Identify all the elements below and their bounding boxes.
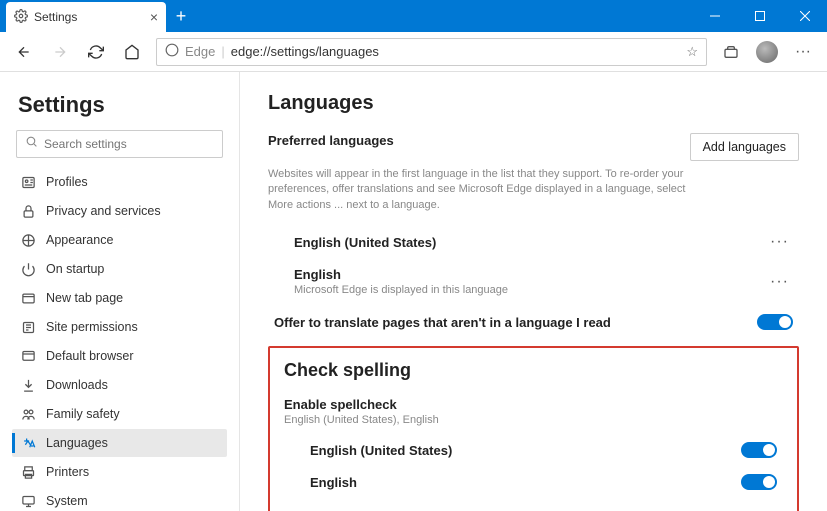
tab-settings[interactable]: Settings × [6, 2, 166, 32]
address-separator: | [221, 44, 224, 59]
new-tab-button[interactable]: + [166, 0, 196, 32]
sidebar-item-appearance[interactable]: Appearance [12, 226, 227, 254]
home-button[interactable] [116, 36, 148, 68]
profile-button[interactable] [751, 36, 783, 68]
sidebar-item-label: New tab page [46, 291, 123, 305]
title-bar: Settings × + [0, 0, 827, 32]
sidebar-item-default[interactable]: Default browser [12, 342, 227, 370]
language-row-en-us: English (United States) ··· [268, 225, 799, 259]
language-row-en: English Microsoft Edge is displayed in t… [268, 259, 799, 304]
refresh-button[interactable] [80, 36, 112, 68]
settings-nav: Profiles Privacy and services Appearance… [12, 168, 227, 511]
enable-spellcheck-label: Enable spellcheck [284, 397, 783, 412]
newtab-icon [20, 290, 36, 306]
language-name: English [294, 267, 508, 282]
sidebar-item-printers[interactable]: Printers [12, 458, 227, 486]
sidebar-item-label: Printers [46, 465, 89, 479]
add-delete-words-row[interactable]: Add or delete words › [284, 498, 783, 511]
extensions-button[interactable] [715, 36, 747, 68]
add-languages-button[interactable]: Add languages [690, 133, 799, 161]
spellcheck-row-en-us: English (United States) [284, 434, 783, 466]
gear-icon [14, 9, 28, 26]
back-button[interactable] [8, 36, 40, 68]
spellcheck-toggle-en-us[interactable] [741, 442, 777, 458]
printer-icon [20, 464, 36, 480]
tab-title: Settings [34, 10, 77, 24]
sidebar-item-label: Profiles [46, 175, 88, 189]
sidebar-item-newtab[interactable]: New tab page [12, 284, 227, 312]
sidebar-item-languages[interactable]: Languages [12, 429, 227, 457]
search-settings-box[interactable] [16, 130, 223, 158]
translate-toggle[interactable] [757, 314, 793, 330]
page-heading: Languages [268, 92, 799, 115]
enable-spellcheck-sub: English (United States), English [284, 414, 783, 426]
close-window-button[interactable] [782, 0, 827, 32]
sidebar-item-startup[interactable]: On startup [12, 255, 227, 283]
maximize-button[interactable] [737, 0, 782, 32]
sidebar-item-permissions[interactable]: Site permissions [12, 313, 227, 341]
spellcheck-lang: English (United States) [310, 443, 452, 458]
download-icon [20, 377, 36, 393]
sidebar-item-label: Privacy and services [46, 204, 161, 218]
sidebar-item-label: Appearance [46, 233, 113, 247]
languages-icon [20, 435, 36, 451]
favorite-icon[interactable]: ☆ [686, 44, 698, 60]
sidebar-item-label: Family safety [46, 407, 120, 421]
window-controls [692, 0, 827, 32]
spellcheck-lang: English [310, 475, 357, 490]
spellcheck-row-en: English [284, 466, 783, 498]
language-name: English (United States) [294, 235, 436, 250]
close-tab-icon[interactable]: × [150, 9, 158, 25]
lock-icon [20, 203, 36, 219]
permissions-icon [20, 319, 36, 335]
preferred-title: Preferred languages [268, 133, 394, 148]
sidebar-item-system[interactable]: System [12, 487, 227, 511]
sidebar-item-label: Languages [46, 436, 108, 450]
preferred-languages-header: Preferred languages Add languages [268, 133, 799, 161]
browser-icon [20, 348, 36, 364]
more-actions-button[interactable]: ··· [766, 273, 793, 291]
content-area: Settings Profiles Privacy and services A… [0, 72, 827, 511]
power-icon [20, 261, 36, 277]
language-subtext: Microsoft Edge is displayed in this lang… [294, 284, 508, 296]
sidebar-item-label: On startup [46, 262, 104, 276]
sidebar-item-label: Default browser [46, 349, 134, 363]
spellcheck-toggle-en[interactable] [741, 474, 777, 490]
tabs-area: Settings × + [0, 0, 196, 32]
preferred-description: Websites will appear in the first langua… [268, 167, 708, 213]
translate-toggle-row: Offer to translate pages that aren't in … [268, 304, 799, 340]
avatar-icon [756, 41, 778, 63]
sidebar-item-label: Downloads [46, 378, 108, 392]
sidebar-item-profiles[interactable]: Profiles [12, 168, 227, 196]
address-bar[interactable]: Edge | edge://settings/languages ☆ [156, 38, 707, 66]
settings-sidebar: Settings Profiles Privacy and services A… [0, 72, 240, 511]
translate-label: Offer to translate pages that aren't in … [274, 315, 611, 330]
search-icon [25, 135, 38, 153]
profile-icon [20, 174, 36, 190]
address-url: edge://settings/languages [231, 44, 379, 59]
edge-logo-icon [165, 43, 179, 60]
search-input[interactable] [44, 137, 214, 151]
family-icon [20, 406, 36, 422]
appearance-icon [20, 232, 36, 248]
sidebar-item-downloads[interactable]: Downloads [12, 371, 227, 399]
more-actions-button[interactable]: ··· [766, 233, 793, 251]
main-panel: Languages Preferred languages Add langua… [240, 72, 827, 511]
address-brand: Edge [185, 44, 215, 59]
minimize-button[interactable] [692, 0, 737, 32]
sidebar-item-privacy[interactable]: Privacy and services [12, 197, 227, 225]
system-icon [20, 493, 36, 509]
check-spelling-title: Check spelling [284, 360, 783, 381]
sidebar-item-label: System [46, 494, 88, 508]
check-spelling-section: Check spelling Enable spellcheck English… [268, 346, 799, 511]
menu-button[interactable]: ··· [787, 36, 819, 68]
toolbar: Edge | edge://settings/languages ☆ ··· [0, 32, 827, 72]
sidebar-item-family[interactable]: Family safety [12, 400, 227, 428]
sidebar-item-label: Site permissions [46, 320, 138, 334]
settings-title: Settings [18, 92, 227, 118]
forward-button[interactable] [44, 36, 76, 68]
